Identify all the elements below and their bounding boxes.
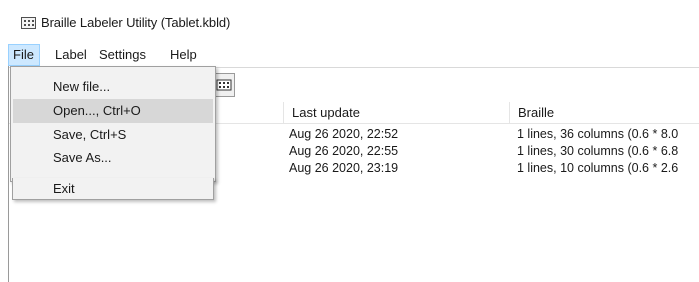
braille-label-icon [216,79,232,91]
menu-help[interactable]: Help [166,44,201,66]
menu-item-save-as[interactable]: Save As... [13,146,213,170]
toolbar-braille-button[interactable] [213,73,235,97]
menu-bar: File Label Settings Help [8,44,699,66]
app-window: Braille Labeler Utility (Tablet.kbld) Fi… [0,0,699,282]
row-last-update: Aug 26 2020, 23:19 [289,161,399,175]
row-braille: 1 lines, 30 columns (0.6 * 6.8 [517,144,679,158]
menu-item-open[interactable]: Open..., Ctrl+O [13,99,213,123]
window-title: Braille Labeler Utility (Tablet.kbld) [41,15,231,30]
menu-item-exit[interactable]: Exit [12,178,214,200]
column-header-braille[interactable]: Braille [511,102,699,123]
menu-item-new-file[interactable]: New file... [13,75,213,99]
row-last-update: Aug 26 2020, 22:55 [289,144,399,158]
row-last-update: Aug 26 2020, 22:52 [289,127,399,141]
row-braille: 1 lines, 36 columns (0.6 * 8.0 [517,127,679,141]
menu-label[interactable]: Label [51,44,91,66]
column-separator [283,102,284,123]
title-bar: Braille Labeler Utility (Tablet.kbld) [0,0,699,44]
column-separator [509,102,510,123]
menu-item-save[interactable]: Save, Ctrl+S [13,123,213,147]
column-header-last-update[interactable]: Last update [285,102,509,123]
row-braille: 1 lines, 10 columns (0.6 * 2.6 [517,161,679,175]
file-menu-dropdown: New file... Open..., Ctrl+O Save, Ctrl+S… [10,66,216,182]
menu-file[interactable]: File [8,44,40,66]
braille-app-icon [21,17,36,29]
menu-settings[interactable]: Settings [95,44,150,66]
